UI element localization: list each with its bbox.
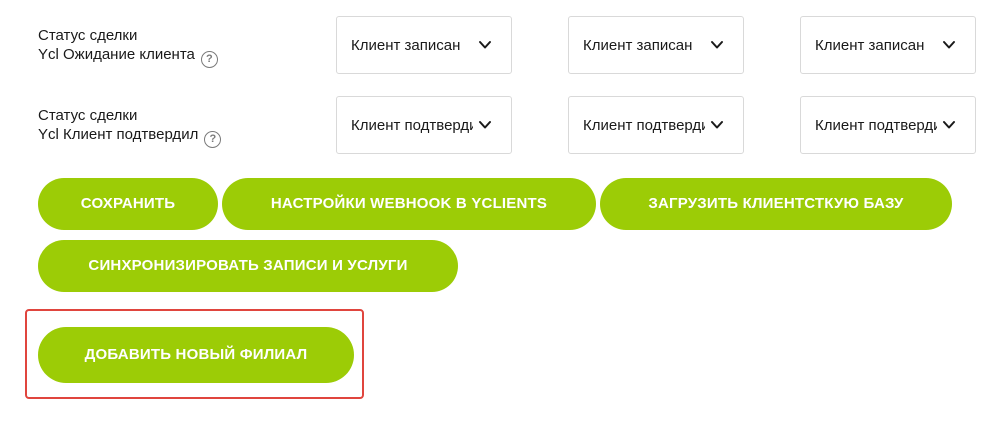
field-label-text: Ycl Ожидание клиента	[38, 46, 195, 63]
status-select[interactable]: Клиент записан	[800, 16, 976, 74]
chevron-down-icon	[943, 41, 955, 49]
chevron-down-icon	[943, 121, 955, 129]
chevron-down-icon	[479, 41, 491, 49]
chevron-down-icon	[711, 121, 723, 129]
select-value: Клиент подтвердил	[815, 117, 937, 134]
select-value: Клиент подтвердил	[351, 117, 473, 134]
field-label: Статус сделки Ycl Ожидание клиента?	[38, 26, 218, 68]
status-select[interactable]: Клиент подтвердил	[568, 96, 744, 154]
select-value: Клиент записан	[583, 37, 693, 54]
webhook-settings-button[interactable]: НАСТРОЙКИ WEBHOOK В YCLIENTS	[222, 178, 596, 230]
field-label-line1: Статус сделки	[38, 107, 138, 124]
help-icon[interactable]: ?	[204, 131, 222, 148]
upload-client-base-button[interactable]: ЗАГРУЗИТЬ КЛИЕНТСТКУЮ БАЗУ	[600, 178, 952, 230]
select-value: Клиент записан	[351, 37, 461, 54]
field-label-line2: Ycl Ожидание клиента?	[38, 45, 218, 68]
status-select[interactable]: Клиент подтвердил	[336, 96, 512, 154]
status-select[interactable]: Клиент записан	[336, 16, 512, 74]
save-button[interactable]: СОХРАНИТЬ	[38, 178, 218, 230]
field-row-waiting-client: Статус сделки Ycl Ожидание клиента? Клие…	[0, 16, 1000, 76]
field-label-line2: Ycl Клиент подтвердил?	[38, 125, 222, 148]
field-label-line1: Статус сделки	[38, 27, 138, 44]
sync-records-button[interactable]: СИНХРОНИЗИРОВАТЬ ЗАПИСИ И УСЛУГИ	[38, 240, 458, 292]
field-label-text: Ycl Клиент подтвердил	[38, 126, 199, 143]
chevron-down-icon	[479, 121, 491, 129]
add-branch-button[interactable]: ДОБАВИТЬ НОВЫЙ ФИЛИАЛ	[38, 327, 354, 383]
select-value: Клиент подтвердил	[583, 117, 705, 134]
field-row-client-confirmed: Статус сделки Ycl Клиент подтвердил? Кли…	[0, 96, 1000, 156]
field-label: Статус сделки Ycl Клиент подтвердил?	[38, 106, 222, 148]
help-icon[interactable]: ?	[200, 51, 218, 68]
status-select[interactable]: Клиент записан	[568, 16, 744, 74]
status-select[interactable]: Клиент подтвердил	[800, 96, 976, 154]
select-value: Клиент записан	[815, 37, 925, 54]
chevron-down-icon	[711, 41, 723, 49]
